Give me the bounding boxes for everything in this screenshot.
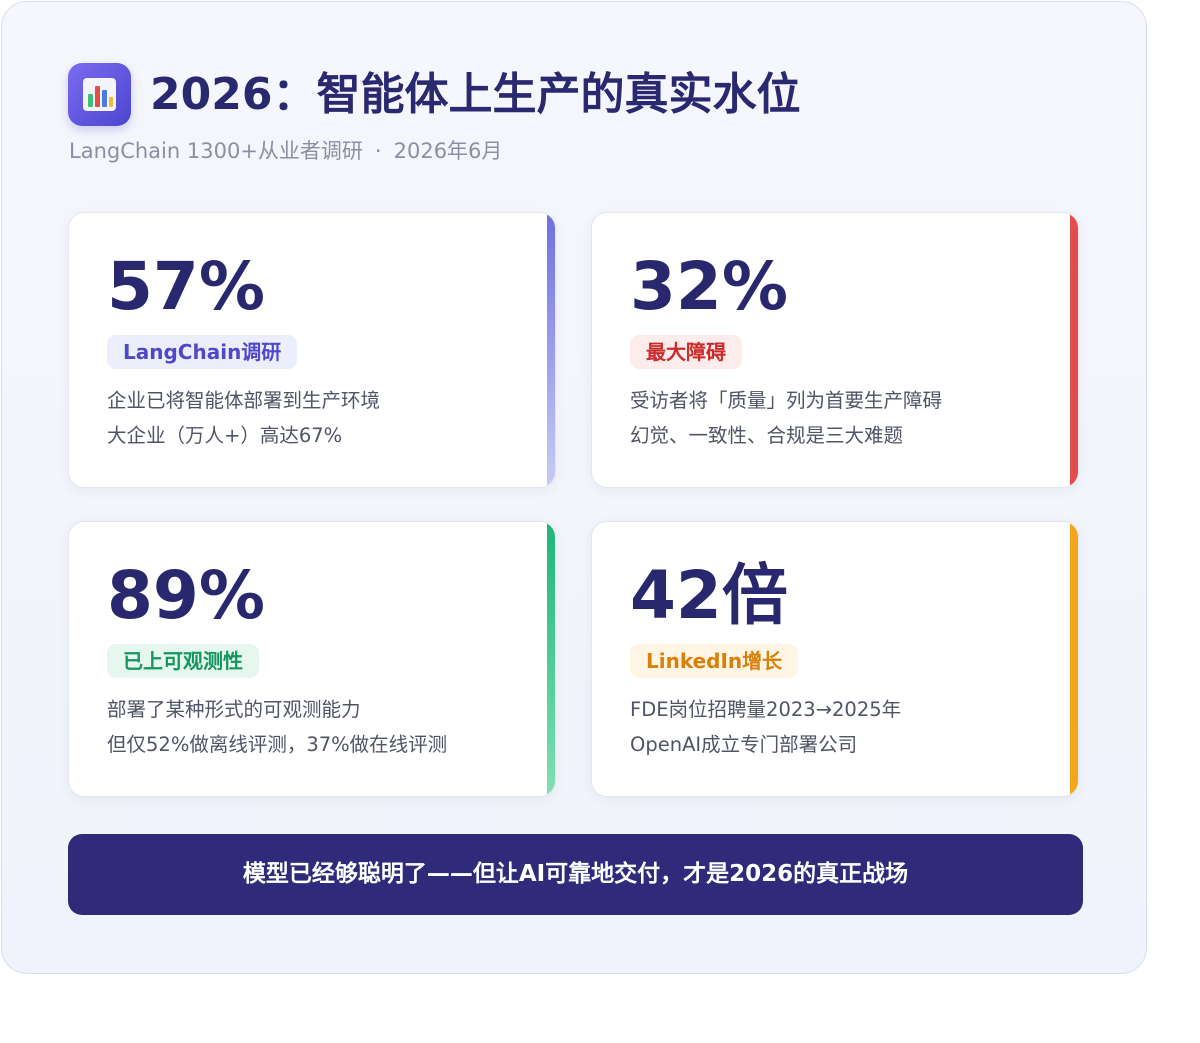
page-title: 2026：智能体上生产的真实水位	[150, 69, 801, 120]
infographic-panel: 2026：智能体上生产的真实水位 LangChain 1300+从业者调研 · 20…	[1, 1, 1147, 974]
stat-value: 32%	[630, 248, 788, 325]
subtitle-separator: ·	[374, 139, 382, 163]
stat-value: 57%	[107, 248, 265, 325]
stat-description: 受访者将「质量」列为首要生产障碍 幻觉、一致性、合规是三大难题	[630, 383, 942, 453]
stat-description-line: 部署了某种形式的可观测能力	[107, 698, 361, 721]
stat-description-line: 企业已将智能体部署到生产环境	[107, 389, 381, 412]
stat-value: 89%	[107, 557, 265, 634]
stat-tag: LinkedIn增长	[630, 644, 799, 678]
stat-description: 企业已将智能体部署到生产环境 大企业（万人+）高达67%	[107, 383, 380, 453]
stat-description: 部署了某种形式的可观测能力 但仅52%做离线评测，37%做在线评测	[107, 692, 447, 762]
stat-description-line: 幻觉、一致性、合规是三大难题	[630, 424, 904, 447]
stat-description-line: 大企业（万人+）高达67%	[107, 424, 343, 447]
stat-description: FDE岗位招聘量2023→2025年 OpenAI成立专门部署公司	[630, 692, 901, 762]
stat-card-deployment: 57% LangChain调研 企业已将智能体部署到生产环境 大企业（万人+）高…	[68, 212, 556, 488]
stat-description-line: OpenAI成立专门部署公司	[630, 733, 858, 756]
bar-chart-icon	[68, 63, 131, 126]
stat-description-line: FDE岗位招聘量2023→2025年	[630, 698, 902, 721]
stat-card-observability: 89% 已上可观测性 部署了某种形式的可观测能力 但仅52%做离线评测，37%做…	[68, 521, 556, 797]
subtitle-source: LangChain 1300+从业者调研	[69, 139, 363, 163]
card-accent-bar	[547, 522, 555, 796]
page-subtitle: LangChain 1300+从业者调研 · 2026年6月	[69, 136, 502, 166]
stat-card-obstacle: 32% 最大障碍 受访者将「质量」列为首要生产障碍 幻觉、一致性、合规是三大难题	[591, 212, 1079, 488]
stat-tag: 已上可观测性	[107, 644, 259, 678]
stat-value: 42倍	[630, 557, 788, 634]
card-accent-bar	[1070, 213, 1078, 487]
card-accent-bar	[547, 213, 555, 487]
stat-description-line: 受访者将「质量」列为首要生产障碍	[630, 389, 943, 412]
stat-tag: LangChain调研	[107, 335, 298, 369]
conclusion-banner: 模型已经够聪明了——但让AI可靠地交付，才是2026的真正战场	[68, 834, 1083, 915]
subtitle-date: 2026年6月	[393, 139, 503, 163]
stat-card-fde-growth: 42倍 LinkedIn增长 FDE岗位招聘量2023→2025年 OpenAI…	[591, 521, 1079, 797]
stat-tag: 最大障碍	[630, 335, 742, 369]
card-accent-bar	[1070, 522, 1078, 796]
stat-description-line: 但仅52%做离线评测，37%做在线评测	[107, 733, 448, 756]
